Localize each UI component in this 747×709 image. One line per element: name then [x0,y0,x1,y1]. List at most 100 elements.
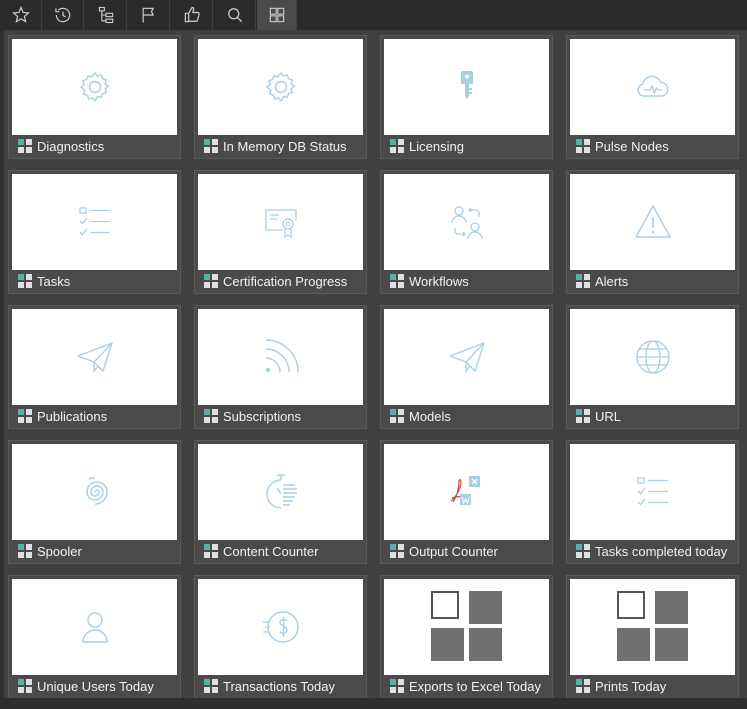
tile-type-icon [576,409,590,423]
tile-licensing[interactable]: Licensing [380,35,553,159]
tile-label: Spooler [37,543,82,559]
tile-thumbnail [570,39,735,135]
tile-label: Alerts [595,273,629,289]
tile-thumbnail [198,579,363,675]
tile-thumbnail [198,444,363,540]
document-formats-icon [450,476,480,505]
tile-label: Tasks completed today [595,543,728,559]
tile-type-icon [18,274,32,288]
tile-label: Diagnostics [37,138,105,154]
left-edge-divider [0,30,4,698]
tile-thumbnail [198,309,363,405]
tile-label: In Memory DB Status [223,138,347,154]
tile-workflows[interactable]: Workflows [380,170,553,294]
grid-icon [269,7,284,23]
tile-thumbnail [570,444,735,540]
dollar-icon [262,611,299,643]
paper-plane-icon [76,342,113,373]
tile-url[interactable]: URL [566,305,739,429]
tile-label: Output Counter [409,543,498,559]
tile-content-counter[interactable]: Content Counter [194,440,367,564]
favorites-button[interactable] [0,0,42,30]
tile-thumbnail [198,174,363,270]
tile-thumbnail [12,309,177,405]
tile-label: Subscriptions [223,408,302,424]
tile-label: Transactions Today [223,678,336,694]
certificate-icon [264,209,297,239]
history-icon [54,7,70,23]
tile-type-icon [576,139,590,153]
tile-diagnostics[interactable]: Diagnostics [8,35,181,159]
tile-alerts[interactable]: Alerts [566,170,739,294]
tile-label: Pulse Nodes [595,138,669,154]
tile-output-counter[interactable]: Output Counter [380,440,553,564]
flag-button[interactable] [128,0,170,30]
tile-type-icon [18,544,32,558]
flag-icon [142,7,154,23]
globe-icon [635,340,670,374]
tile-thumbnail [384,444,549,540]
tile-thumbnail [12,39,177,135]
search-icon [227,8,242,23]
tile-publications[interactable]: Publications [8,305,181,429]
tile-subscriptions[interactable]: Subscriptions [194,305,367,429]
rss-icon [265,339,299,373]
tile-label: URL [595,408,622,424]
tile-pulse-nodes[interactable]: Pulse Nodes [566,35,739,159]
tile-type-icon [576,679,590,693]
thumbs-up-icon [184,6,200,23]
tile-spooler[interactable]: Spooler [8,440,181,564]
tile-type-icon [18,409,32,423]
tile-unique-users-today[interactable]: Unique Users Today [8,575,181,698]
tile-models[interactable]: Models [380,305,553,429]
history-button[interactable] [42,0,84,30]
tile-label: Certification Progress [223,273,348,289]
tile-thumbnail [384,579,549,675]
cloud-pulse-icon [636,75,668,97]
warning-icon [634,205,671,238]
tile-label: Exports to Excel Today [409,678,541,694]
tile-thumbnail [384,39,549,135]
tile-type-icon [18,679,32,693]
tile-thumbnail [12,174,177,270]
tile-type-icon [204,409,218,423]
tile-label: Licensing [409,138,464,154]
tile-thumbnail [198,39,363,135]
tile-thumbnail [570,309,735,405]
bottom-strip [0,698,747,709]
tile-type-icon [390,679,404,693]
tile-type-icon [390,139,404,153]
toolbar [0,0,747,31]
checklist-icon [636,477,668,506]
tile-tasks[interactable]: Tasks [8,170,181,294]
tree-icon [98,6,113,24]
tile-label: Tasks [37,273,71,289]
tile-type-icon [204,274,218,288]
tile-gallery: Diagnostics In Memory DB Status Licensin… [0,30,747,698]
tile-transactions-today[interactable]: Transactions Today [194,575,367,698]
tile-type-icon [390,409,404,423]
big-grid-icon [616,591,688,661]
search-button[interactable] [214,0,256,30]
tile-certification-progress[interactable]: Certification Progress [194,170,367,294]
tile-exports-to-excel-today[interactable]: Exports to Excel Today [380,575,553,698]
spiral-icon [85,477,108,505]
tile-type-icon [390,544,404,558]
tile-label: Prints Today [595,678,667,694]
user-icon [81,612,108,643]
tile-thumbnail [570,174,735,270]
tile-type-icon [204,139,218,153]
tile-in-memory-db-status[interactable]: In Memory DB Status [194,35,367,159]
like-button[interactable] [171,0,213,30]
tile-type-icon [576,544,590,558]
tile-type-icon [204,679,218,693]
tile-type-icon [390,274,404,288]
tile-tasks-completed-today[interactable]: Tasks completed today [566,440,739,564]
tree-button[interactable] [85,0,127,30]
checklist-icon [78,207,110,236]
tile-prints-today[interactable]: Prints Today [566,575,739,698]
gear-icon [265,71,295,103]
tiles-button[interactable] [257,0,297,30]
big-grid-icon [430,591,502,661]
tile-label: Publications [37,408,108,424]
